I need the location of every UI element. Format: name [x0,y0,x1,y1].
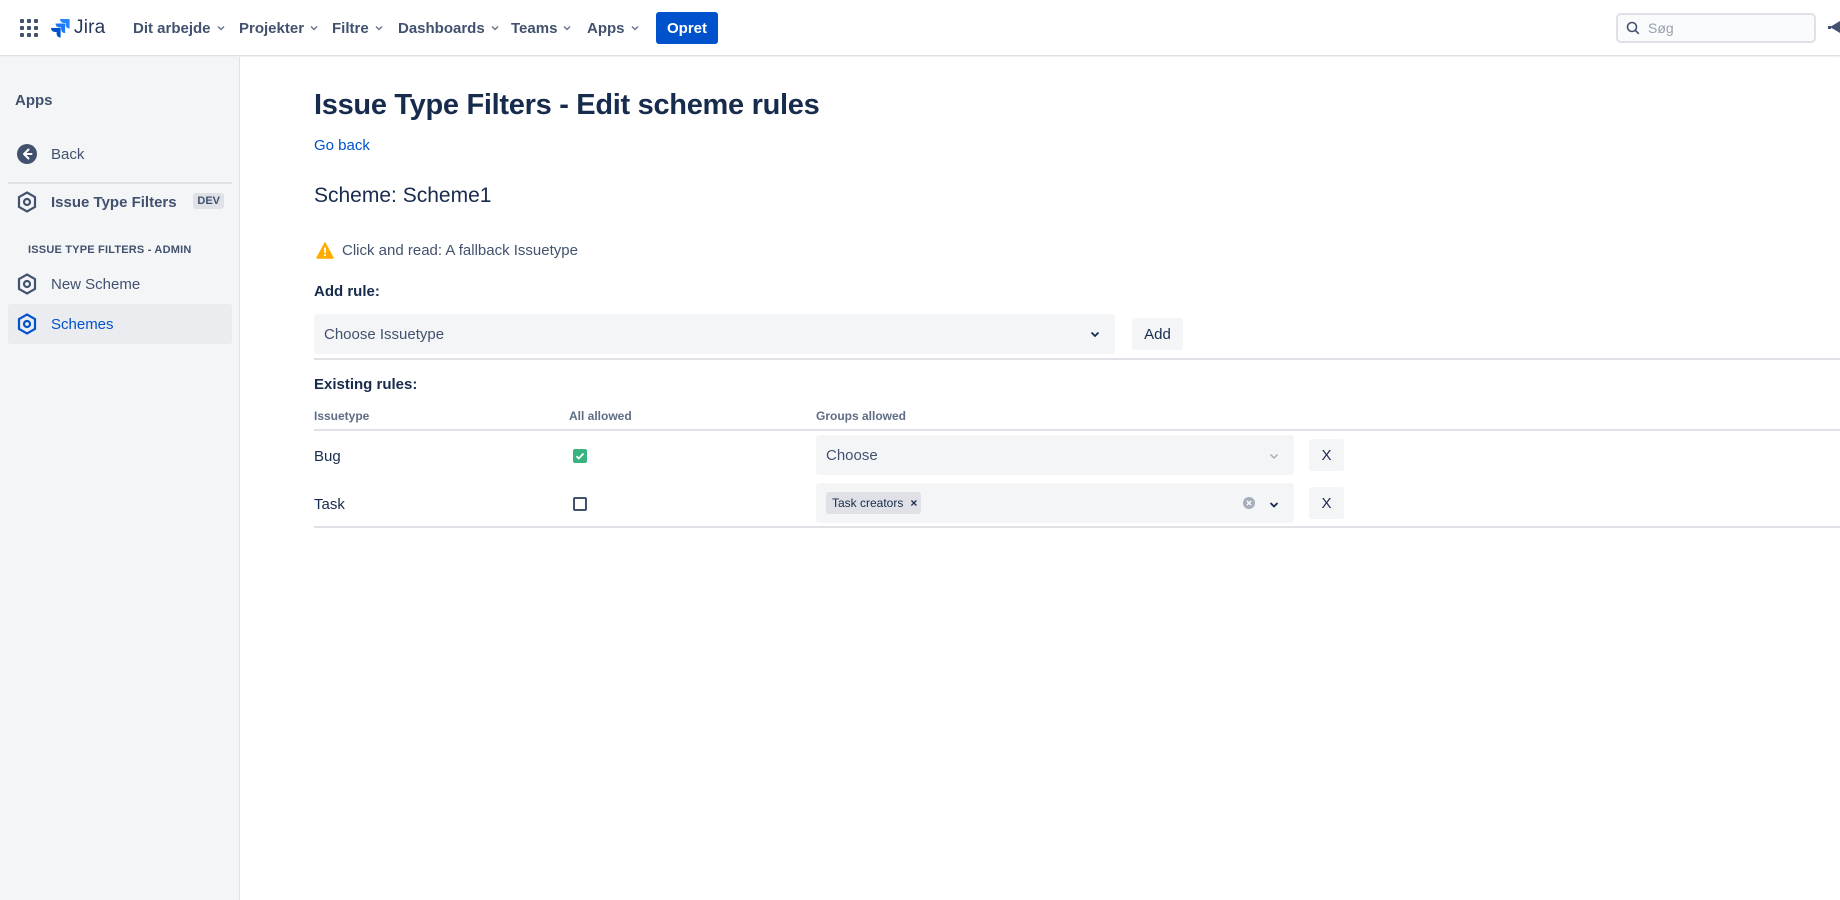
nav-teams[interactable]: Teams [511,16,572,40]
nav-filtre[interactable]: Filtre [332,16,384,40]
jira-logo[interactable]: Jira [50,15,105,41]
nav-label: Filtre [332,19,369,37]
chevron-down-icon [630,25,639,31]
nav-label: Dit arbejde [133,19,211,37]
go-back-link[interactable]: Go back [314,137,370,154]
issuetype-select-value: Choose Issuetype [324,325,445,343]
app-name: Jira [74,17,106,38]
nav-projekter[interactable]: Projekter [239,16,319,40]
sidebar-heading: Apps [15,92,53,109]
scheme-title: Scheme: Scheme1 [314,184,492,207]
add-rule-button[interactable]: Add [1132,318,1183,350]
sidebar-group-label: ISSUE TYPE FILTERS - ADMIN [28,244,192,256]
sidebar-item-issue-type-filters[interactable]: Issue Type Filters DEV [8,182,232,222]
nav-label: Teams [511,19,558,37]
app-switcher-icon[interactable] [20,19,38,37]
issuetype-cell: Task [314,496,345,513]
sidebar-item-label: Issue Type Filters [51,193,177,211]
sidebar: Apps Back Issue Type Filters DEV ISSUE T… [0,57,240,900]
sidebar-item-new-scheme[interactable]: New Scheme [8,264,232,304]
existing-rules-label: Existing rules: [314,376,418,393]
nav-label: Dashboards [398,19,485,37]
chevron-down-icon [217,25,225,31]
nav-label: Projekter [239,19,305,37]
groups-select[interactable]: Choose [816,435,1294,475]
chevron-down-icon [1269,453,1279,460]
all-allowed-checkbox[interactable] [573,449,587,463]
back-arrow-icon [16,143,38,165]
table-bottom-divider [314,526,1840,528]
divider [314,358,1840,360]
app-hexagon-icon [16,191,38,213]
checkmark-icon [575,452,585,460]
all-allowed-checkbox[interactable] [573,497,587,511]
env-badge: DEV [193,193,224,209]
chevron-down-icon [1090,331,1100,338]
search-icon [1626,21,1640,35]
clear-icon[interactable] [1242,496,1256,510]
sidebar-item-label: Back [51,145,85,163]
sidebar-item-back[interactable]: Back [8,134,232,174]
notifications-icon[interactable] [1826,18,1840,38]
issuetype-cell: Bug [314,448,341,465]
remove-tag-icon[interactable]: × [910,496,917,510]
page-title: Issue Type Filters - Edit scheme rules [314,89,820,121]
nav-apps[interactable]: Apps [587,16,640,40]
chevron-down-icon[interactable] [1268,499,1280,511]
top-navigation: Jira Dit arbejde Projekter Filtre Dashbo… [0,0,1840,56]
table-header-divider [314,429,1840,431]
nav-label: Apps [587,19,625,37]
warning-text: Click and read: A fallback Issuetype [342,242,578,259]
app-hexagon-icon [16,313,38,335]
sidebar-item-label: New Scheme [51,275,141,293]
group-tag-label: Task creators [832,496,904,510]
warning-icon [316,242,334,259]
sidebar-item-schemes[interactable]: Schemes [8,304,232,344]
chevron-down-icon [310,25,318,31]
remove-rule-button[interactable]: X [1309,439,1344,471]
chevron-down-icon [491,25,499,31]
column-header-all-allowed: All allowed [569,409,632,423]
column-header-groups-allowed: Groups allowed [816,409,907,423]
chevron-down-icon [375,25,383,31]
create-button[interactable]: Opret [656,12,718,44]
app-hexagon-icon [16,273,38,295]
sidebar-item-label: Schemes [51,315,114,333]
issuetype-select[interactable]: Choose Issuetype [314,314,1115,354]
chevron-down-icon [563,25,571,31]
column-header-issuetype: Issuetype [314,409,370,423]
jira-logo-icon [51,19,70,38]
nav-dashboards[interactable]: Dashboards [398,16,500,40]
groups-select[interactable]: Task creators × [816,483,1294,523]
search-input[interactable] [1648,20,1808,36]
add-rule-label: Add rule: [314,283,380,300]
nav-dit-arbejde[interactable]: Dit arbejde [133,16,226,40]
fallback-warning[interactable]: Click and read: A fallback Issuetype [316,242,578,259]
groups-select-value: Choose [826,446,878,464]
remove-rule-button[interactable]: X [1309,487,1344,519]
group-tag: Task creators × [826,492,922,514]
search-box[interactable] [1616,13,1816,43]
